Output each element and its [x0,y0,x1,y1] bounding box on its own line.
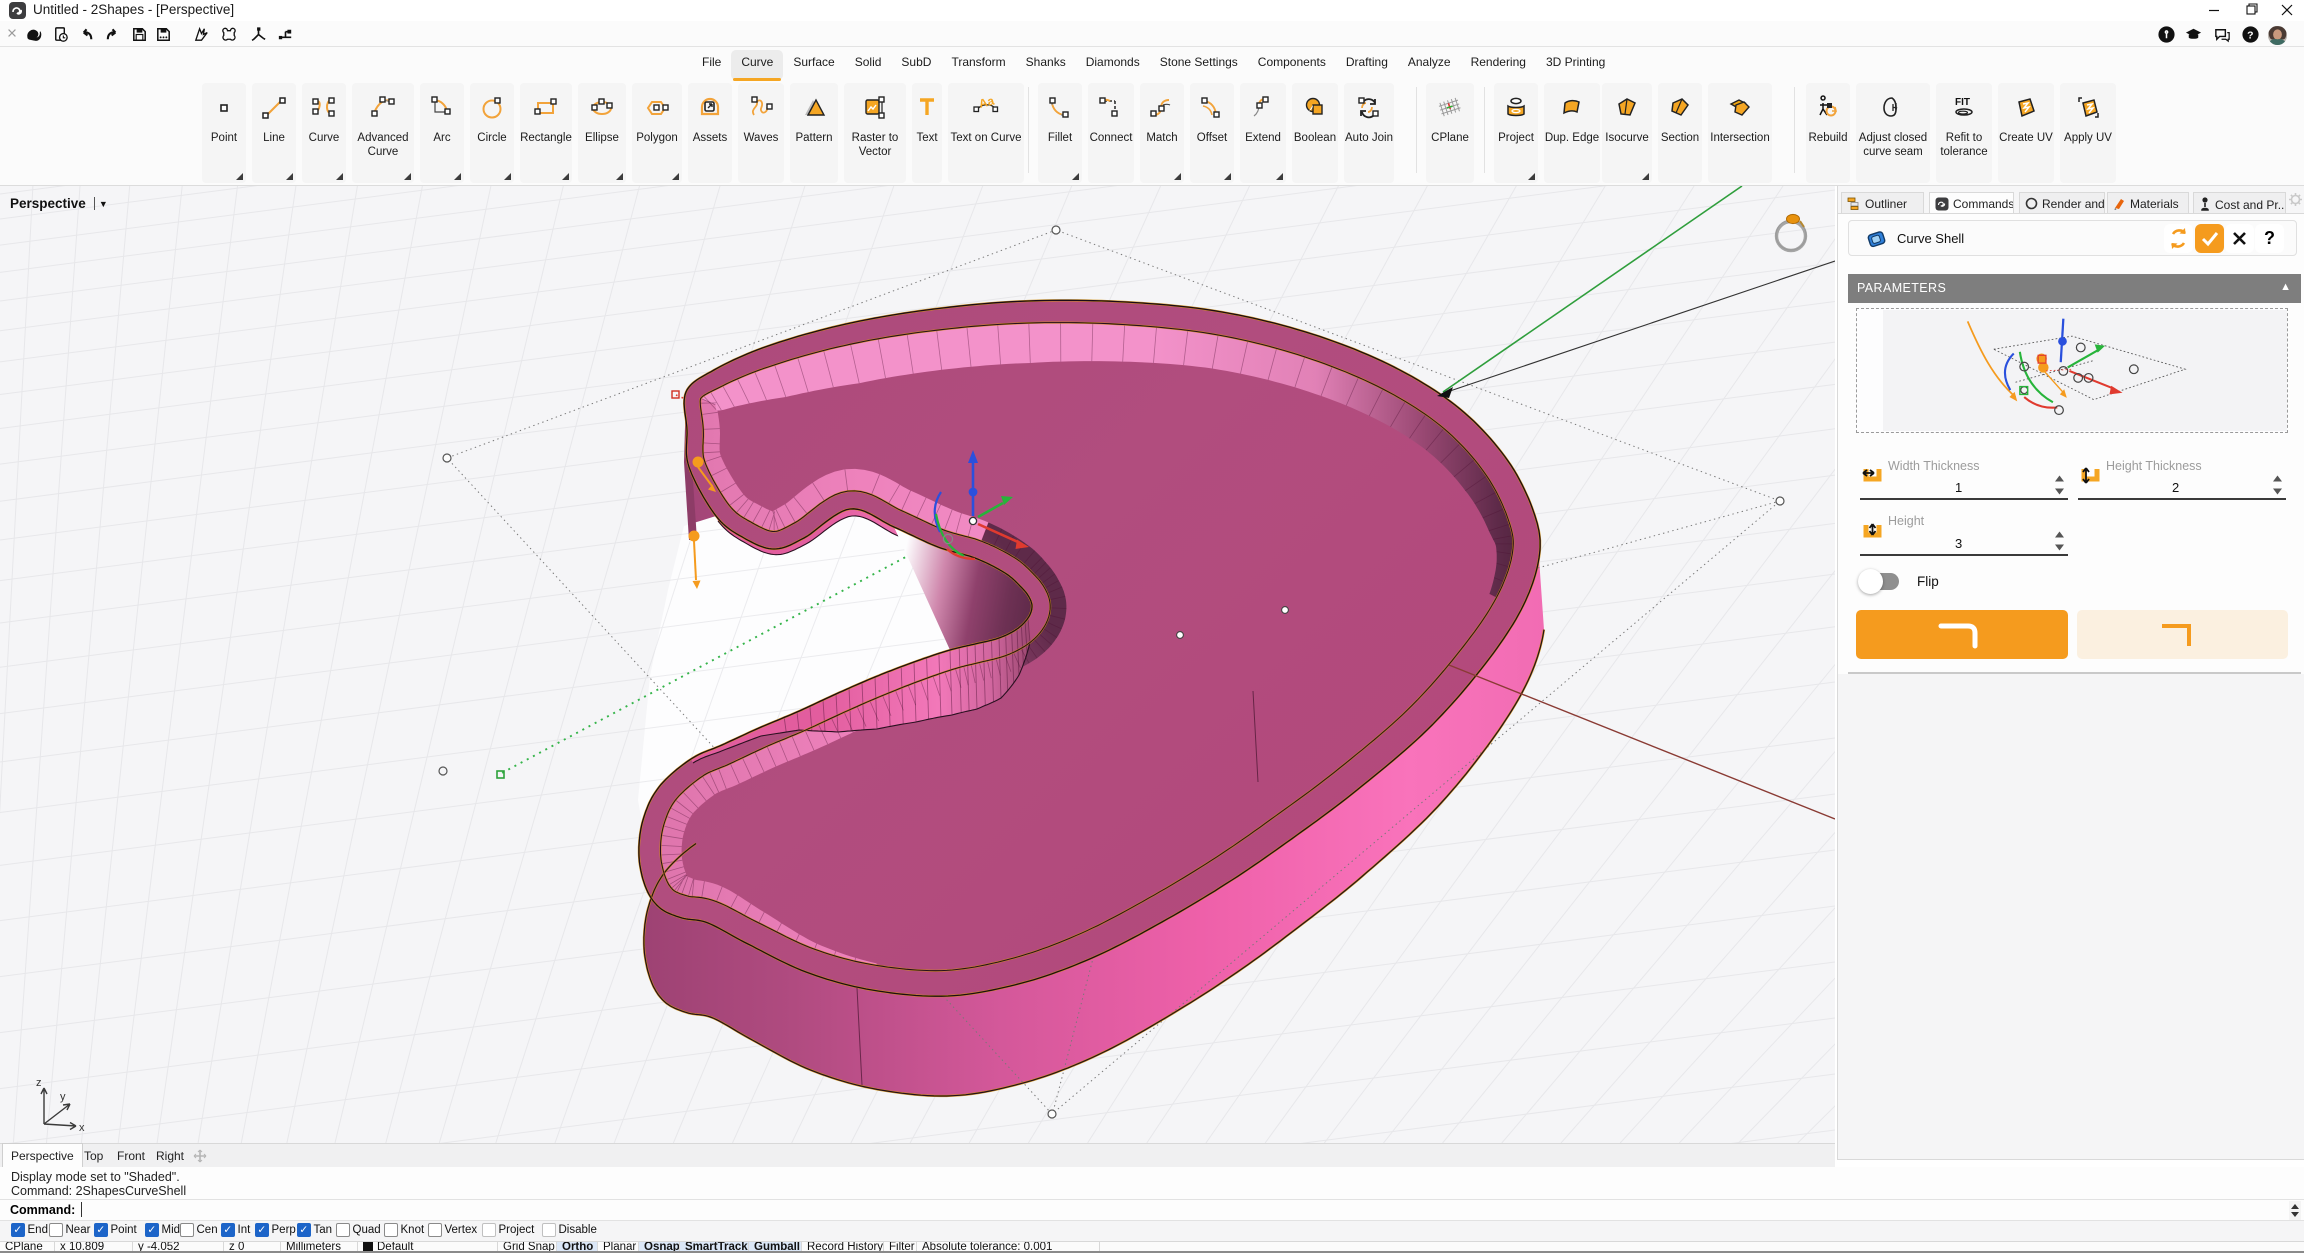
svg-text:?: ? [2247,30,2253,41]
svg-text:y: y [60,1091,66,1103]
svg-text:FIT: FIT [1955,97,1970,108]
svg-text:x: x [79,1122,85,1134]
svg-text:z: z [36,1077,42,1089]
